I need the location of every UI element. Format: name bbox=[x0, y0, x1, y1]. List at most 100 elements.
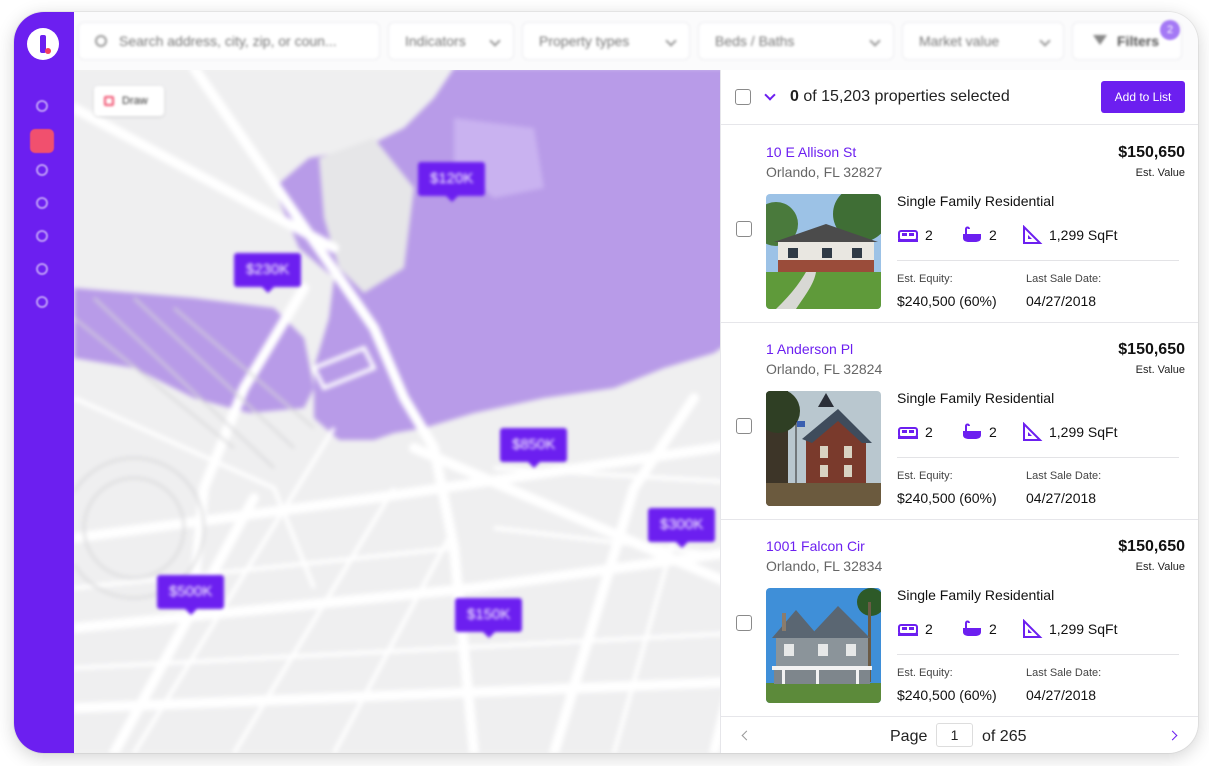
sidebar-send-icon[interactable] bbox=[36, 164, 48, 176]
draw-button[interactable]: Draw bbox=[94, 86, 164, 116]
price-label: Est. Value bbox=[1135, 167, 1185, 179]
search-icon bbox=[95, 35, 107, 47]
house-photo-image bbox=[766, 194, 881, 309]
select-all-checkbox[interactable] bbox=[735, 89, 751, 105]
bathtub-icon bbox=[963, 620, 981, 636]
sale-date-value: 04/27/2018 bbox=[1026, 293, 1097, 309]
beds-baths-label: Beds / Baths bbox=[715, 33, 795, 49]
sale-date-value: 04/27/2018 bbox=[1026, 687, 1097, 703]
beds-count: 2 bbox=[925, 227, 933, 243]
baths-count: 2 bbox=[989, 621, 997, 637]
market-value-dropdown[interactable]: Market value bbox=[902, 22, 1064, 60]
map-pin-price[interactable]: $120K bbox=[418, 162, 486, 202]
property-stats: 2 2 1,299 SqFt bbox=[897, 225, 1187, 245]
house-photo-image bbox=[766, 588, 881, 703]
property-stats: 2 2 1,299 SqFt bbox=[897, 422, 1187, 442]
property-stats: 2 2 1,299 SqFt bbox=[897, 619, 1187, 639]
results-header: 0 of 15,203 properties selected Add to L… bbox=[721, 70, 1198, 125]
sale-date-label: Last Sale Date: bbox=[1026, 470, 1102, 482]
chevron-down-icon bbox=[665, 35, 677, 47]
draw-label: Draw bbox=[122, 95, 148, 107]
app-window: Draw $120K $230K $850K $300K $500K $150K… bbox=[14, 12, 1198, 753]
property-checkbox[interactable] bbox=[736, 418, 752, 434]
property-address[interactable]: 10 E Allison St bbox=[766, 144, 856, 160]
map-pin-price[interactable]: $500K bbox=[157, 575, 225, 615]
sidebar-phone-icon[interactable] bbox=[36, 263, 48, 275]
card-divider bbox=[897, 654, 1179, 655]
logo-dot bbox=[45, 48, 51, 54]
property-city: Orlando, FL 32834 bbox=[766, 558, 883, 574]
filter-icon bbox=[1093, 35, 1107, 45]
market-value-label: Market value bbox=[919, 33, 1000, 49]
property-type: Single Family Residential bbox=[897, 193, 1055, 209]
beds-count: 2 bbox=[925, 424, 933, 440]
map-pin-price[interactable]: $850K bbox=[500, 428, 568, 468]
sidebar-dashboard-icon[interactable] bbox=[36, 100, 48, 112]
property-photo[interactable] bbox=[766, 194, 881, 309]
results-panel: 0 of 15,203 properties selected Add to L… bbox=[720, 70, 1198, 753]
property-checkbox[interactable] bbox=[736, 615, 752, 631]
indicators-label: Indicators bbox=[405, 33, 466, 49]
filters-count-badge: 2 bbox=[1160, 20, 1180, 40]
baths-count: 2 bbox=[989, 227, 997, 243]
beds-baths-dropdown[interactable]: Beds / Baths bbox=[698, 22, 894, 60]
equity-label: Est. Equity: bbox=[897, 273, 953, 285]
sidebar-home-icon[interactable] bbox=[36, 230, 48, 242]
area-ruler-icon bbox=[1023, 422, 1043, 441]
pencil-icon bbox=[104, 96, 114, 106]
sale-date-label: Last Sale Date: bbox=[1026, 667, 1102, 679]
chevron-down-icon[interactable] bbox=[764, 89, 776, 101]
map-pin-price[interactable]: $230K bbox=[234, 253, 302, 293]
equity-value: $240,500 (60%) bbox=[897, 293, 997, 309]
bed-icon bbox=[898, 230, 918, 242]
property-photo[interactable] bbox=[766, 588, 881, 703]
sqft-value: 1,299 SqFt bbox=[1049, 621, 1118, 637]
card-divider bbox=[897, 260, 1179, 261]
equity-label: Est. Equity: bbox=[897, 667, 953, 679]
price-label: Est. Value bbox=[1135, 364, 1185, 376]
equity-value: $240,500 (60%) bbox=[897, 687, 997, 703]
beds-count: 2 bbox=[925, 621, 933, 637]
bed-icon bbox=[898, 427, 918, 439]
card-divider bbox=[897, 457, 1179, 458]
bathtub-icon bbox=[963, 226, 981, 242]
search-placeholder: Search address, city, zip, or coun... bbox=[119, 33, 337, 49]
property-checkbox[interactable] bbox=[736, 221, 752, 237]
house-photo-image bbox=[766, 391, 881, 506]
add-to-list-button[interactable]: Add to List bbox=[1101, 81, 1185, 113]
property-types-dropdown[interactable]: Property types bbox=[522, 22, 690, 60]
property-address[interactable]: 1001 Falcon Cir bbox=[766, 538, 865, 554]
search-input[interactable]: Search address, city, zip, or coun... bbox=[78, 22, 380, 60]
property-price: $150,650 bbox=[1118, 144, 1185, 161]
property-price: $150,650 bbox=[1118, 538, 1185, 555]
page-total: of 265 bbox=[982, 728, 1027, 745]
map-pin-price[interactable]: $300K bbox=[648, 508, 716, 548]
property-card[interactable]: 10 E Allison St Orlando, FL 32827 $150,6… bbox=[721, 126, 1198, 323]
pagination: Page of 265 bbox=[721, 716, 1198, 753]
property-city: Orlando, FL 32827 bbox=[766, 164, 883, 180]
chevron-down-icon bbox=[489, 35, 501, 47]
property-card[interactable]: 1 Anderson Pl Orlando, FL 32824 $150,650… bbox=[721, 323, 1198, 520]
chevron-right-icon[interactable] bbox=[1167, 730, 1178, 741]
sidebar-list-icon[interactable] bbox=[36, 197, 48, 209]
chevron-down-icon bbox=[1039, 35, 1051, 47]
map-pin-price[interactable]: $150K bbox=[455, 598, 523, 638]
property-types-label: Property types bbox=[539, 33, 630, 49]
chevron-left-icon[interactable] bbox=[741, 730, 752, 741]
property-photo[interactable] bbox=[766, 391, 881, 506]
sidebar bbox=[14, 12, 74, 753]
chevron-down-icon bbox=[869, 35, 881, 47]
selection-summary: 0 of 15,203 properties selected bbox=[790, 88, 1010, 106]
app-logo[interactable] bbox=[27, 28, 59, 60]
price-label: Est. Value bbox=[1135, 561, 1185, 573]
sidebar-settings-icon[interactable] bbox=[36, 296, 48, 308]
sidebar-map-icon[interactable] bbox=[30, 129, 54, 153]
equity-value: $240,500 (60%) bbox=[897, 490, 997, 506]
top-filter-bar: Search address, city, zip, or coun... In… bbox=[74, 12, 1198, 70]
property-card[interactable]: 1001 Falcon Cir Orlando, FL 32834 $150,6… bbox=[721, 520, 1198, 717]
indicators-dropdown[interactable]: Indicators bbox=[388, 22, 514, 60]
area-ruler-icon bbox=[1023, 225, 1043, 244]
filters-label: Filters bbox=[1117, 33, 1160, 49]
property-address[interactable]: 1 Anderson Pl bbox=[766, 341, 853, 357]
page-number-input[interactable] bbox=[936, 723, 973, 747]
